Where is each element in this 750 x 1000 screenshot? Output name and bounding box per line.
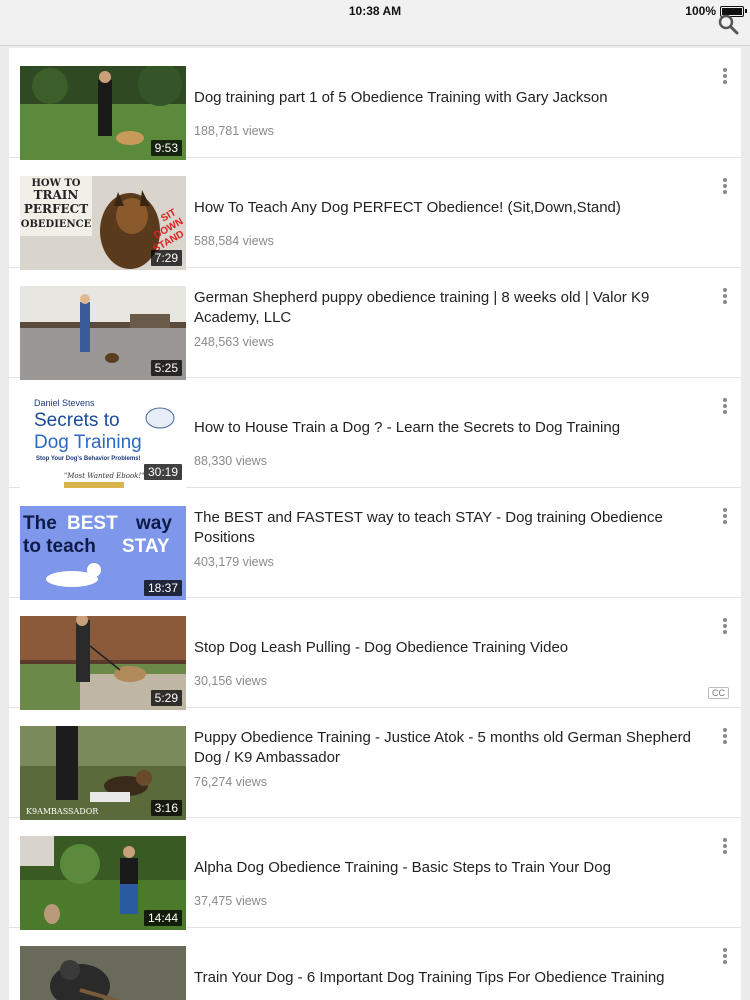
video-row[interactable]: HOW TO TRAIN PERFECT OBEDIENCE SIT DOWN … [9, 158, 741, 270]
status-time: 10:38 AM [348, 4, 402, 18]
thumb-text: OBEDIENCE [21, 219, 92, 230]
more-vertical-icon[interactable] [719, 726, 731, 746]
thumb-text: BEST [67, 513, 118, 534]
thumb-text: Secrets to [34, 410, 120, 431]
thumb-text: TRAIN [34, 188, 79, 202]
video-title[interactable]: Puppy Obedience Training - Justice Atok … [194, 728, 694, 768]
more-vertical-icon[interactable] [719, 66, 731, 86]
thumb-text: The [23, 513, 57, 534]
battery-percent: 100% [685, 4, 716, 18]
video-row[interactable]: Daniel Stevens Secrets to Dog Training S… [9, 378, 741, 490]
video-views: 88,330 views [194, 454, 267, 468]
video-thumbnail[interactable]: K9AMBASSADOR 3:16 [20, 726, 186, 820]
video-thumbnail[interactable]: Daniel Stevens Secrets to Dog Training S… [20, 396, 186, 490]
video-row[interactable]: Train Your Dog - 6 Important Dog Trainin… [9, 928, 741, 1000]
video-thumbnail[interactable]: 14:44 [20, 836, 186, 930]
thumb-text: to teach [23, 536, 96, 557]
video-row[interactable]: K9AMBASSADOR 3:16 Puppy Obedience Traini… [9, 708, 741, 820]
more-vertical-icon[interactable] [719, 946, 731, 966]
thumb-text: Dog Training [34, 432, 142, 453]
video-views: 403,179 views [194, 555, 274, 569]
more-vertical-icon[interactable] [719, 836, 731, 856]
thumb-text: Stop Your Dog's Behavior Problems! [36, 456, 141, 462]
video-views: 588,584 views [194, 234, 274, 248]
more-vertical-icon[interactable] [719, 616, 731, 636]
video-thumbnail[interactable]: 5:29 [20, 616, 186, 710]
thumb-text: STAY [122, 536, 170, 557]
video-title[interactable]: Alpha Dog Obedience Training - Basic Ste… [194, 858, 694, 878]
video-thumbnail[interactable]: HOW TO TRAIN PERFECT OBEDIENCE SIT DOWN … [20, 176, 186, 270]
more-vertical-icon[interactable] [719, 286, 731, 306]
thumb-text: K9AMBASSADOR [26, 807, 99, 816]
more-vertical-icon[interactable] [719, 396, 731, 416]
thumb-text: way [135, 513, 172, 534]
video-duration: 30:19 [143, 464, 182, 480]
video-row[interactable]: The BEST way to teach STAY 18:37 The BES… [9, 488, 741, 600]
thumb-text: PERFECT [24, 202, 88, 216]
closed-captions-badge: CC [708, 687, 729, 699]
status-bar: 10:38 AM 100% [0, 0, 750, 22]
video-views: 76,274 views [194, 775, 267, 789]
video-title[interactable]: How To Teach Any Dog PERFECT Obedience! … [194, 198, 694, 218]
video-views: 188,781 views [194, 124, 274, 138]
video-views: 248,563 views [194, 335, 274, 349]
video-title[interactable]: Dog training part 1 of 5 Obedience Train… [194, 88, 694, 108]
video-thumbnail[interactable] [20, 946, 186, 1000]
video-row[interactable]: 9:53 Dog training part 1 of 5 Obedience … [9, 48, 741, 160]
video-duration: 18:37 [143, 580, 182, 596]
video-duration: 9:53 [150, 140, 182, 156]
video-duration: 5:29 [150, 690, 182, 706]
video-row[interactable]: 5:25 German Shepherd puppy obedience tra… [9, 268, 741, 380]
video-row[interactable]: 14:44 Alpha Dog Obedience Training - Bas… [9, 818, 741, 930]
video-duration: 3:16 [150, 800, 182, 816]
video-views: 30,156 views [194, 674, 267, 688]
video-views: 37,475 views [194, 894, 267, 908]
video-thumbnail[interactable]: 9:53 [20, 66, 186, 160]
video-feed: 9:53 Dog training part 1 of 5 Obedience … [9, 48, 741, 1000]
thumb-text: "Most Wanted Ebook!" [64, 472, 144, 480]
search-icon[interactable] [716, 12, 740, 36]
video-title[interactable]: Train Your Dog - 6 Important Dog Trainin… [194, 968, 694, 988]
thumb-text: Daniel Stevens [34, 398, 95, 408]
video-duration: 14:44 [143, 910, 182, 926]
video-duration: 5:25 [150, 360, 182, 376]
video-row[interactable]: 5:29 Stop Dog Leash Pulling - Dog Obedie… [9, 598, 741, 710]
more-vertical-icon[interactable] [719, 176, 731, 196]
video-thumbnail[interactable]: 5:25 [20, 286, 186, 380]
video-title[interactable]: How to House Train a Dog ? - Learn the S… [194, 418, 694, 438]
app-bar [0, 14, 750, 46]
video-thumbnail[interactable]: The BEST way to teach STAY 18:37 [20, 506, 186, 600]
more-vertical-icon[interactable] [719, 506, 731, 526]
video-duration: 7:29 [150, 250, 182, 266]
video-title[interactable]: Stop Dog Leash Pulling - Dog Obedience T… [194, 638, 694, 658]
video-title[interactable]: The BEST and FASTEST way to teach STAY -… [194, 508, 694, 548]
video-title[interactable]: German Shepherd puppy obedience training… [194, 288, 694, 328]
